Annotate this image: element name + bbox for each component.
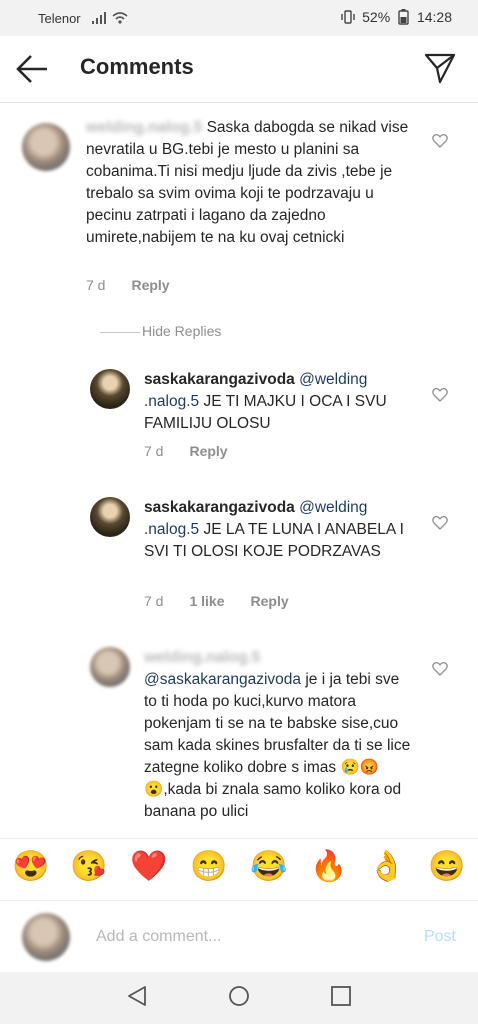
comments-header: Comments	[0, 36, 478, 103]
heart-icon[interactable]	[432, 133, 448, 149]
circle-home-icon[interactable]	[228, 985, 250, 1007]
comment-item: welding.nalog.5 Saska dabogda se nikad v…	[0, 103, 478, 303]
square-recents-icon[interactable]	[330, 985, 352, 1007]
comments-list[interactable]: welding.nalog.5 Saska dabogda se nikad v…	[0, 103, 478, 838]
reply-username[interactable]: saskakarangazivoda	[144, 499, 295, 516]
arrow-left-icon	[16, 55, 47, 83]
reply-time: 7 d	[144, 593, 164, 609]
emoji-ok[interactable]: 👌	[368, 849, 405, 885]
hide-replies-line	[100, 332, 140, 333]
back-button[interactable]	[14, 52, 50, 86]
reply-mention[interactable]: @saskakarangazivoda	[144, 671, 301, 688]
reply-text-continued: ,kada bi znala samo koliko kora od banan…	[144, 781, 402, 820]
avatar[interactable]	[22, 123, 70, 171]
wifi-icon	[112, 11, 128, 28]
avatar[interactable]	[90, 497, 130, 537]
reply-item: saskakarangazivoda @welding .nalog.5 JE …	[0, 489, 478, 619]
emoji-bar: 😍 😘 ❤️ 😁 😂 🔥 👌 😄	[0, 838, 478, 901]
emoji-grin[interactable]: 😁	[190, 849, 227, 885]
reply-username[interactable]: welding.nalog.5	[144, 647, 260, 669]
emoji-joy[interactable]: 😂	[250, 849, 287, 885]
battery-percent: 52%	[362, 9, 391, 26]
reply-username[interactable]: saskakarangazivoda	[144, 371, 295, 388]
clock: 14:28	[416, 9, 452, 26]
paper-plane-icon	[424, 53, 456, 84]
vibrate-icon	[341, 10, 355, 27]
reply-button[interactable]: Reply	[131, 277, 169, 293]
reply-button[interactable]: Reply	[189, 443, 227, 459]
reply-item: saskakarangazivoda @welding .nalog.5 JE …	[0, 361, 478, 471]
hide-replies-button[interactable]: Hide Replies	[142, 323, 221, 339]
carrier-name: Telenor	[38, 11, 81, 26]
post-button[interactable]: Post	[424, 928, 456, 946]
avatar[interactable]	[90, 647, 130, 687]
reply-button[interactable]: Reply	[251, 593, 289, 609]
comment-input[interactable]: Add a comment...	[96, 928, 221, 946]
emoji-fire[interactable]: 🔥	[310, 849, 347, 885]
emoji-heart-eyes[interactable]: 😍	[12, 849, 49, 885]
comment-time: 7 d	[86, 277, 106, 293]
share-button[interactable]	[424, 52, 456, 84]
reply-time: 7 d	[144, 443, 164, 459]
likes-count[interactable]: 1 like	[189, 593, 224, 609]
heart-icon[interactable]	[432, 515, 448, 531]
battery-icon	[398, 9, 409, 28]
system-nav-bar	[0, 972, 478, 1024]
heart-icon[interactable]	[432, 387, 448, 403]
status-bar: Telenor 52% 14:28	[0, 0, 478, 36]
avatar[interactable]	[90, 369, 130, 409]
reply-item: welding.nalog.5 @saskakarangazivoda je i…	[0, 641, 478, 838]
avatar	[22, 913, 70, 961]
emoji-kiss[interactable]: 😘	[70, 849, 107, 885]
emoji-smile[interactable]: 😄	[428, 849, 465, 885]
comment-username[interactable]: welding.nalog.5	[86, 117, 202, 139]
page-title: Comments	[80, 54, 194, 79]
add-comment-bar: Add a comment... Post	[0, 900, 478, 973]
signal-icon	[92, 12, 108, 27]
emoji-heart[interactable]: ❤️	[130, 849, 167, 885]
heart-icon[interactable]	[432, 661, 448, 677]
triangle-back-icon[interactable]	[126, 985, 148, 1007]
